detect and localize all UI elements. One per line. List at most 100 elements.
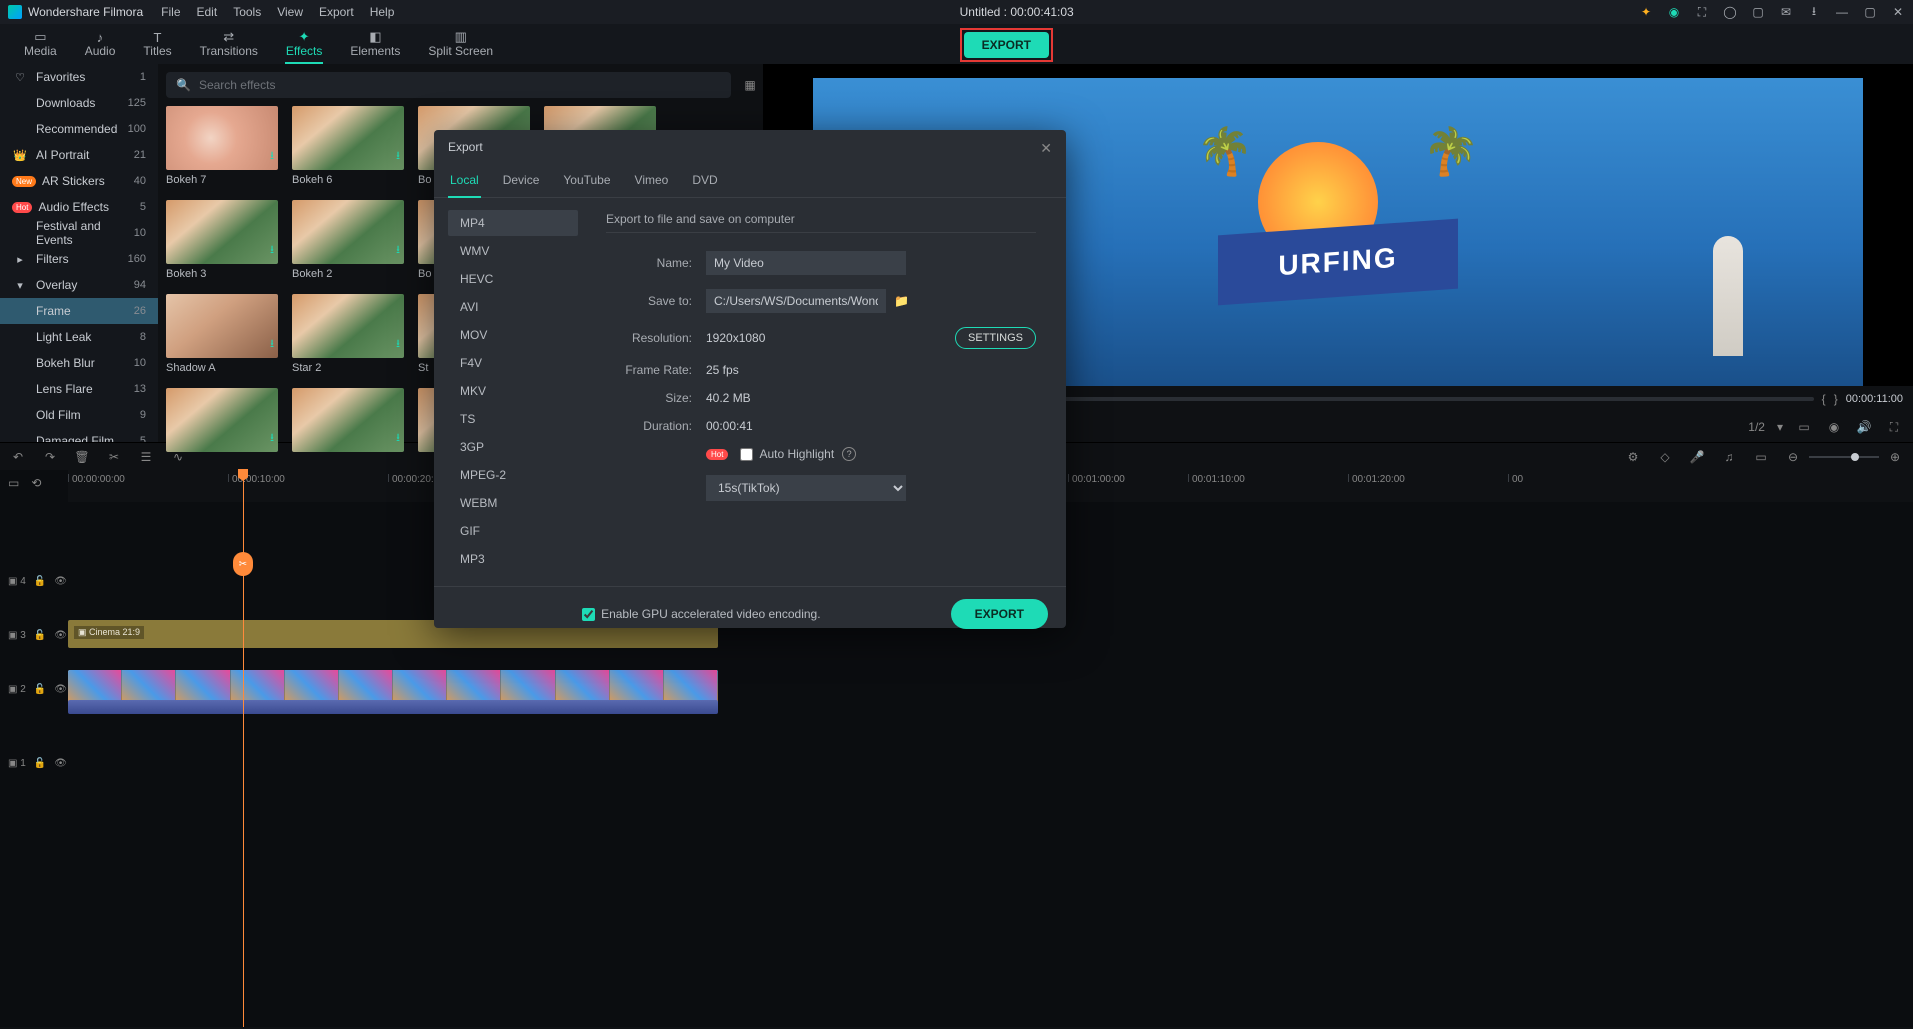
- sidebar-item-damaged-film[interactable]: Damaged Film5: [0, 428, 158, 442]
- sidebar-item-old-film[interactable]: Old Film9: [0, 402, 158, 428]
- format-3gp[interactable]: 3GP: [448, 434, 578, 460]
- saveto-field[interactable]: [706, 289, 886, 313]
- tab-transitions[interactable]: ⇄Transitions: [186, 26, 272, 64]
- link-icon[interactable]: ⟲: [31, 476, 41, 490]
- format-mov[interactable]: MOV: [448, 322, 578, 348]
- tab-splitscreen[interactable]: ▥Split Screen: [414, 26, 507, 64]
- shield-icon[interactable]: ◇: [1657, 450, 1673, 464]
- export-tab-dvd[interactable]: DVD: [690, 167, 719, 197]
- effect-thumb[interactable]: ⭳: [292, 388, 404, 456]
- bracket-left-icon[interactable]: {: [1822, 392, 1826, 406]
- lock-icon[interactable]: 🔓: [34, 576, 46, 587]
- sidebar-item-festival-and-events[interactable]: Festival and Events10: [0, 220, 158, 246]
- zoom-slider[interactable]: [1809, 456, 1879, 458]
- mic-icon[interactable]: 🎤: [1689, 450, 1705, 464]
- effect-thumb[interactable]: ⭳Bokeh 2: [292, 200, 404, 280]
- download-icon[interactable]: ⭳: [1807, 5, 1821, 19]
- effect-thumb[interactable]: ⭳Shadow A: [166, 294, 278, 374]
- sidebar-item-ai-portrait[interactable]: 👑AI Portrait21: [0, 142, 158, 168]
- menu-file[interactable]: File: [161, 5, 180, 19]
- autohighlight-checkbox[interactable]: [740, 448, 753, 461]
- preset-select[interactable]: 15s(TikTok): [706, 475, 906, 501]
- gpu-checkbox[interactable]: [582, 608, 595, 621]
- format-avi[interactable]: AVI: [448, 294, 578, 320]
- zoom-out-icon[interactable]: ⊖: [1785, 450, 1801, 464]
- grid-view-icon[interactable]: ▦: [737, 72, 763, 98]
- tab-effects[interactable]: ✦Effects: [272, 26, 336, 64]
- export-tab-vimeo[interactable]: Vimeo: [633, 167, 671, 197]
- zoom-in-icon[interactable]: ⊕: [1887, 450, 1903, 464]
- monitor-icon[interactable]: ▭: [1795, 418, 1813, 436]
- format-mp4[interactable]: MP4: [448, 210, 578, 236]
- fullscreen-icon[interactable]: ⛶: [1885, 418, 1903, 436]
- effect-thumb[interactable]: ⭳Bokeh 7: [166, 106, 278, 186]
- frame-icon[interactable]: ▭: [1753, 450, 1769, 464]
- delete-icon[interactable]: 🗑: [74, 450, 90, 464]
- menu-edit[interactable]: Edit: [197, 5, 218, 19]
- chevron-down-icon[interactable]: ▾: [1777, 420, 1783, 434]
- gift-icon[interactable]: ⛶: [1695, 5, 1709, 19]
- adjust-icon[interactable]: ☰: [138, 450, 154, 464]
- music-icon[interactable]: ♫: [1721, 450, 1737, 464]
- close-icon[interactable]: ✕: [1891, 5, 1905, 19]
- mail-icon[interactable]: ✉: [1779, 5, 1793, 19]
- sidebar-item-audio-effects[interactable]: HotAudio Effects5: [0, 194, 158, 220]
- format-f4v[interactable]: F4V: [448, 350, 578, 376]
- effect-thumb[interactable]: ⭳Bokeh 6: [292, 106, 404, 186]
- user-icon[interactable]: ◯: [1723, 5, 1737, 19]
- maximize-icon[interactable]: ▢: [1863, 5, 1877, 19]
- minimize-icon[interactable]: —: [1835, 5, 1849, 19]
- format-hevc[interactable]: HEVC: [448, 266, 578, 292]
- lock-icon[interactable]: 🔓: [34, 758, 46, 769]
- export-tab-device[interactable]: Device: [501, 167, 542, 197]
- format-ts[interactable]: TS: [448, 406, 578, 432]
- playhead[interactable]: ✂: [243, 470, 244, 1027]
- lock-icon[interactable]: 🔓: [34, 684, 46, 695]
- effect-thumb[interactable]: ⭳Bokeh 3: [166, 200, 278, 280]
- name-field[interactable]: [706, 251, 906, 275]
- export-tab-youtube[interactable]: YouTube: [561, 167, 612, 197]
- menu-view[interactable]: View: [277, 5, 303, 19]
- volume-icon[interactable]: 🔊: [1855, 418, 1873, 436]
- sidebar-item-bokeh-blur[interactable]: Bokeh Blur10: [0, 350, 158, 376]
- effect-thumb[interactable]: ⭳: [166, 388, 278, 456]
- format-gif[interactable]: GIF: [448, 518, 578, 544]
- effect-thumb[interactable]: ⭳Star 2: [292, 294, 404, 374]
- scissors-icon[interactable]: ✂: [233, 552, 253, 576]
- export-button[interactable]: EXPORT: [964, 32, 1049, 58]
- format-mkv[interactable]: MKV: [448, 378, 578, 404]
- eye-icon[interactable]: 👁: [54, 630, 67, 641]
- format-webm[interactable]: WEBM: [448, 490, 578, 516]
- tab-elements[interactable]: ◧Elements: [336, 26, 414, 64]
- settings-button[interactable]: SETTINGS: [955, 327, 1036, 349]
- headset-icon[interactable]: ◉: [1667, 5, 1681, 19]
- cut-icon[interactable]: ✂: [106, 450, 122, 464]
- close-icon[interactable]: ✕: [1040, 140, 1052, 157]
- eye-icon[interactable]: 👁: [54, 684, 67, 695]
- export-final-button[interactable]: EXPORT: [951, 599, 1048, 629]
- undo-icon[interactable]: ↶: [10, 450, 26, 464]
- gear-icon[interactable]: ⚙: [1625, 450, 1641, 464]
- sidebar-item-light-leak[interactable]: Light Leak8: [0, 324, 158, 350]
- sidebar-item-favorites[interactable]: ♡Favorites1: [0, 64, 158, 90]
- sidebar-item-ar-stickers[interactable]: NewAR Stickers40: [0, 168, 158, 194]
- format-mpeg-2[interactable]: MPEG-2: [448, 462, 578, 488]
- wand-icon[interactable]: ✦: [1639, 5, 1653, 19]
- save-icon[interactable]: ▢: [1751, 5, 1765, 19]
- sidebar-item-overlay[interactable]: ▾Overlay94: [0, 272, 158, 298]
- tab-titles[interactable]: TTitles: [129, 26, 185, 64]
- clip-audio[interactable]: [68, 700, 718, 714]
- menu-tools[interactable]: Tools: [233, 5, 261, 19]
- folder-icon[interactable]: 📁: [894, 294, 909, 308]
- help-icon[interactable]: ?: [842, 447, 856, 461]
- tab-media[interactable]: ▭Media: [10, 26, 71, 64]
- export-tab-local[interactable]: Local: [448, 167, 481, 197]
- sidebar-item-downloads[interactable]: Downloads125: [0, 90, 158, 116]
- search-input[interactable]: 🔍 Search effects: [166, 72, 731, 98]
- eye-icon[interactable]: 👁: [54, 758, 67, 769]
- sidebar-item-lens-flare[interactable]: Lens Flare13: [0, 376, 158, 402]
- menu-export[interactable]: Export: [319, 5, 354, 19]
- menu-help[interactable]: Help: [370, 5, 395, 19]
- sidebar-item-frame[interactable]: Frame26: [0, 298, 158, 324]
- sidebar-item-filters[interactable]: ▸Filters160: [0, 246, 158, 272]
